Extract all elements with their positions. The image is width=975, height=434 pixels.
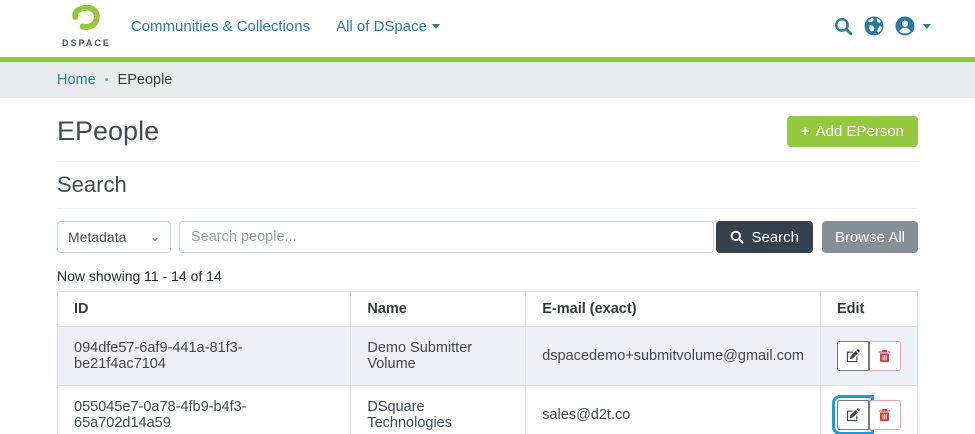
delete-eperson-button[interactable]: [869, 341, 901, 371]
add-eperson-button[interactable]: +Add EPerson: [787, 116, 918, 147]
search-button[interactable]: Search: [716, 221, 813, 253]
delete-eperson-button[interactable]: [869, 400, 901, 430]
breadcrumb-separator: •: [105, 74, 109, 86]
search-heading: Search: [57, 172, 918, 198]
globe-icon[interactable]: [864, 16, 884, 36]
chevron-down-icon: [432, 24, 440, 29]
column-header-id: ID: [58, 292, 351, 327]
browse-all-button[interactable]: Browse All: [822, 221, 918, 253]
trash-icon: [878, 408, 891, 422]
table-row: 055045e7-0a78-4fb9-b4f3-65a702d14a59 DSq…: [58, 386, 918, 434]
column-header-edit: Edit: [820, 292, 917, 327]
user-icon[interactable]: [895, 16, 915, 36]
cell-id: 094dfe57-6af9-441a-81f3-be21f4ac7104: [58, 327, 351, 386]
epeople-table: ID Name E-mail (exact) Edit 094dfe57-6af…: [57, 291, 918, 434]
search-icon: [730, 230, 744, 244]
divider: [57, 161, 918, 162]
dspace-logo[interactable]: DSPACE: [62, 4, 111, 48]
pencil-square-icon: [846, 408, 860, 422]
breadcrumb: Home • EPeople: [0, 62, 975, 98]
edit-eperson-button[interactable]: [837, 341, 869, 371]
top-navbar: DSPACE Communities & Collections All of …: [0, 0, 975, 62]
cell-name: Demo Submitter Volume: [351, 327, 526, 386]
cell-email: dspacedemo+submitvolume@gmail.com: [526, 327, 821, 386]
dspace-logo-icon: [71, 4, 101, 37]
cell-email: sales@d2t.co: [526, 386, 821, 434]
search-scope-select[interactable]: Metadata ⌄: [57, 221, 171, 253]
edit-eperson-button-highlighted[interactable]: [837, 400, 869, 430]
dspace-logo-text: DSPACE: [62, 38, 111, 48]
divider: [57, 208, 918, 209]
results-count: Now showing 11 - 14 of 14: [57, 268, 918, 284]
breadcrumb-home[interactable]: Home: [57, 72, 96, 88]
table-row: 094dfe57-6af9-441a-81f3-be21f4ac7104 Dem…: [58, 327, 918, 386]
nav-communities-collections[interactable]: Communities & Collections: [131, 18, 310, 35]
user-menu-caret-icon[interactable]: [923, 24, 931, 29]
cell-name: DSquare Technologies: [351, 386, 526, 434]
chevron-down-icon: ⌄: [150, 230, 160, 244]
search-input[interactable]: [179, 221, 714, 253]
nav-links: Communities & Collections All of DSpace: [131, 18, 834, 35]
breadcrumb-current: EPeople: [118, 72, 173, 88]
pencil-square-icon: [846, 349, 860, 363]
nav-all-of-dspace[interactable]: All of DSpace: [336, 18, 440, 35]
search-form: Metadata ⌄ Search Browse All: [57, 221, 918, 253]
trash-icon: [878, 349, 891, 363]
cell-id: 055045e7-0a78-4fb9-b4f3-65a702d14a59: [58, 386, 351, 434]
plus-icon: +: [801, 123, 810, 140]
column-header-name: Name: [351, 292, 526, 327]
column-header-email: E-mail (exact): [526, 292, 821, 327]
page-title: EPeople: [57, 116, 159, 147]
search-icon[interactable]: [834, 17, 853, 36]
